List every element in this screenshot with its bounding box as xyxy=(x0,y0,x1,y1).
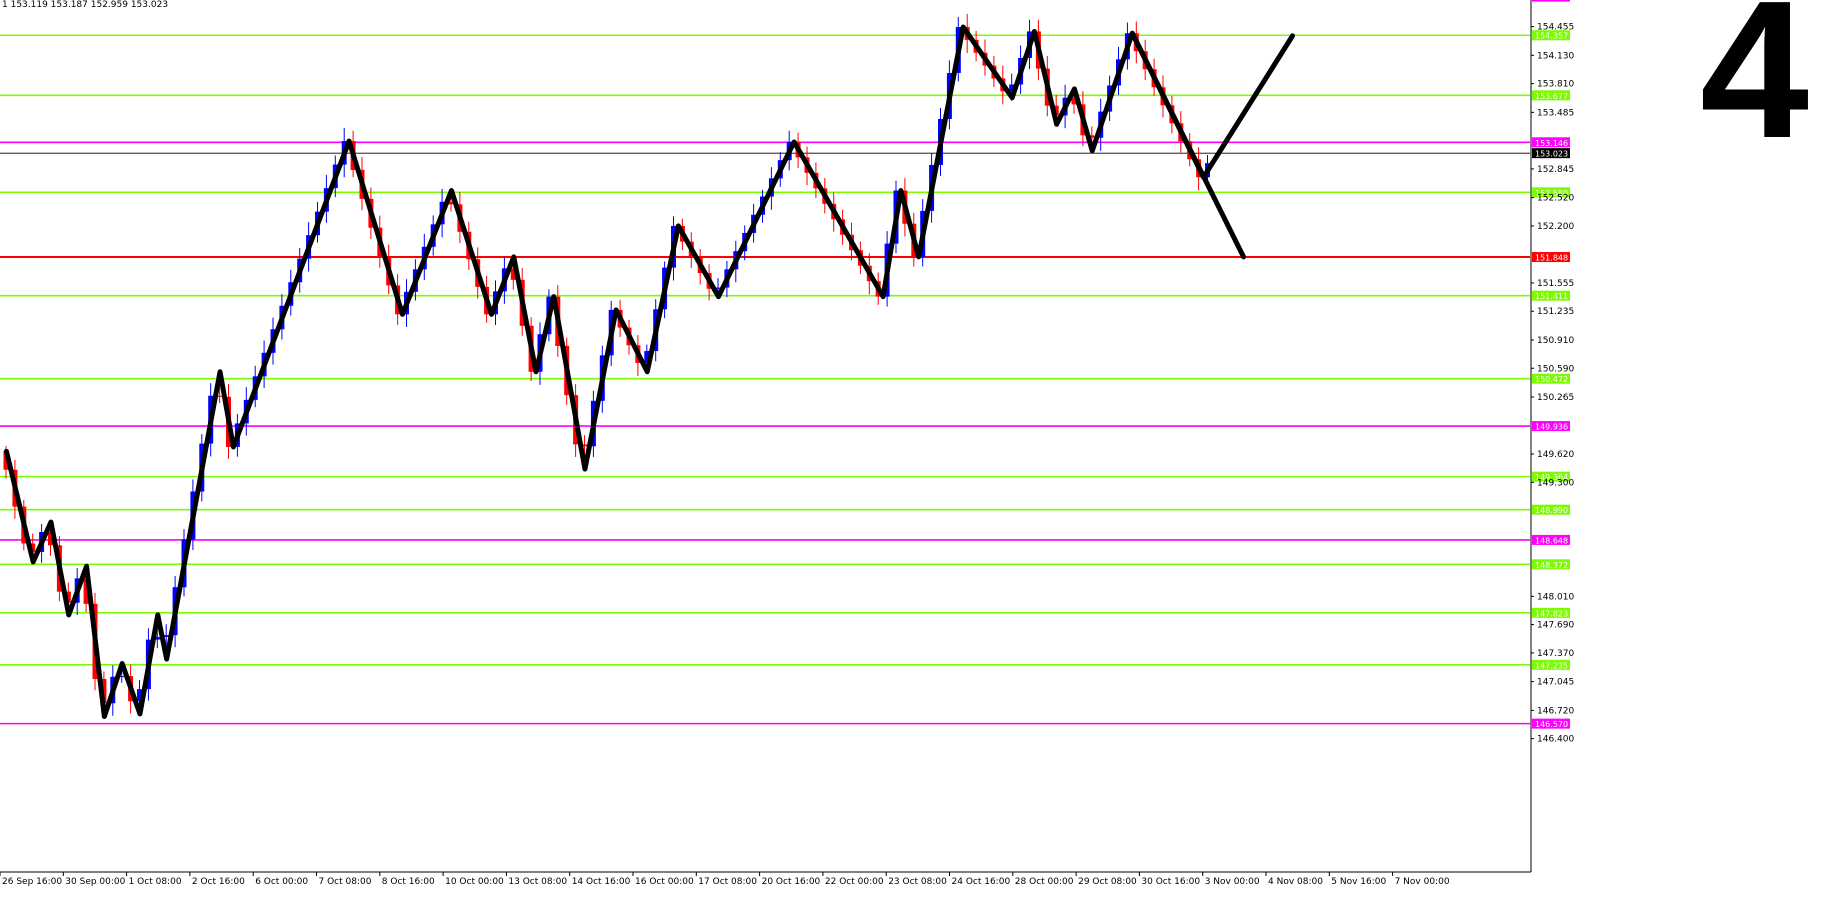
y-tick-label: 150.590 xyxy=(1537,364,1574,374)
x-tick-label: 10 Oct 00:00 xyxy=(445,877,504,887)
y-tick-label: 152.200 xyxy=(1537,222,1574,232)
y-tick-label: 150.910 xyxy=(1537,336,1574,346)
x-tick-label: 2 Oct 16:00 xyxy=(192,877,245,887)
level-tag-label: 149.936 xyxy=(1535,423,1568,432)
level-tag-label: 146.570 xyxy=(1535,720,1568,729)
level-tag-label: 148.648 xyxy=(1535,536,1568,545)
y-tick-label: 154.455 xyxy=(1537,23,1574,33)
level-tag-label: 147.235 xyxy=(1535,661,1568,670)
y-tick-label: 150.265 xyxy=(1537,393,1574,403)
x-tick-label: 23 Oct 08:00 xyxy=(888,877,947,887)
y-tick-label: 147.045 xyxy=(1537,678,1574,688)
x-tick-label: 7 Oct 08:00 xyxy=(319,877,372,887)
x-tick-label: 22 Oct 00:00 xyxy=(825,877,884,887)
y-tick-label: 146.720 xyxy=(1537,706,1574,716)
chart-svg: 154.794154.357153.677153.146152.580151.8… xyxy=(0,0,1848,894)
x-tick-label: 30 Sep 00:00 xyxy=(65,877,125,887)
current-price-tag-label: 153.023 xyxy=(1535,150,1568,159)
y-tick-label: 153.810 xyxy=(1537,80,1574,90)
x-tick-label: 1 Oct 08:00 xyxy=(129,877,182,887)
x-tick-label: 4 Nov 08:00 xyxy=(1268,877,1323,887)
level-tag-label: 153.146 xyxy=(1535,139,1568,148)
y-tick-label: 152.845 xyxy=(1537,165,1574,175)
y-tick-label: 146.400 xyxy=(1537,735,1574,745)
y-tick-label: 152.520 xyxy=(1537,194,1574,204)
x-tick-label: 5 Nov 16:00 xyxy=(1331,877,1386,887)
level-tag-label: 151.411 xyxy=(1535,292,1568,301)
y-tick-label: 148.010 xyxy=(1537,592,1574,602)
x-tick-label: 29 Oct 08:00 xyxy=(1078,877,1137,887)
x-tick-label: 20 Oct 16:00 xyxy=(762,877,821,887)
level-tag-label: 154.357 xyxy=(1535,32,1568,41)
level-tag-label: 153.677 xyxy=(1535,92,1568,101)
x-tick-label: 24 Oct 16:00 xyxy=(952,877,1011,887)
x-tick-label: 13 Oct 08:00 xyxy=(508,877,567,887)
y-tick-label: 153.485 xyxy=(1537,108,1574,118)
x-tick-label: 3 Nov 00:00 xyxy=(1205,877,1260,887)
y-tick-label: 147.370 xyxy=(1537,649,1574,659)
level-tag-label: 151.848 xyxy=(1535,254,1568,263)
level-tag-label: 148.372 xyxy=(1535,561,1568,570)
ohlc-readout: 1 153.119 153.187 152.959 153.023 xyxy=(2,0,169,10)
level-tag-label: 154.794 xyxy=(1535,0,1568,2)
x-tick-label: 8 Oct 16:00 xyxy=(382,877,435,887)
x-tick-label: 28 Oct 00:00 xyxy=(1015,877,1074,887)
y-tick-label: 154.130 xyxy=(1537,51,1574,61)
x-tick-label: 30 Oct 16:00 xyxy=(1141,877,1200,887)
y-tick-label: 151.235 xyxy=(1537,307,1574,317)
x-tick-label: 6 Oct 00:00 xyxy=(255,877,308,887)
y-tick-label: 151.555 xyxy=(1537,279,1574,289)
x-tick-label: 14 Oct 16:00 xyxy=(572,877,631,887)
level-tag-label: 150.472 xyxy=(1535,375,1568,384)
x-tick-label: 17 Oct 08:00 xyxy=(698,877,757,887)
x-tick-label: 26 Sep 16:00 xyxy=(2,877,62,887)
level-tag-label: 147.823 xyxy=(1535,609,1568,618)
level-tag-label: 148.990 xyxy=(1535,506,1568,515)
x-tick-label: 7 Nov 00:00 xyxy=(1395,877,1450,887)
plot-background xyxy=(0,0,1848,894)
wave-count-label: 4 xyxy=(1700,0,1810,179)
y-tick-label: 147.690 xyxy=(1537,621,1574,631)
y-tick-label: 149.620 xyxy=(1537,450,1574,460)
x-tick-label: 16 Oct 00:00 xyxy=(635,877,694,887)
y-tick-label: 149.300 xyxy=(1537,478,1574,488)
chart: 154.794154.357153.677153.146152.580151.8… xyxy=(0,0,1848,894)
